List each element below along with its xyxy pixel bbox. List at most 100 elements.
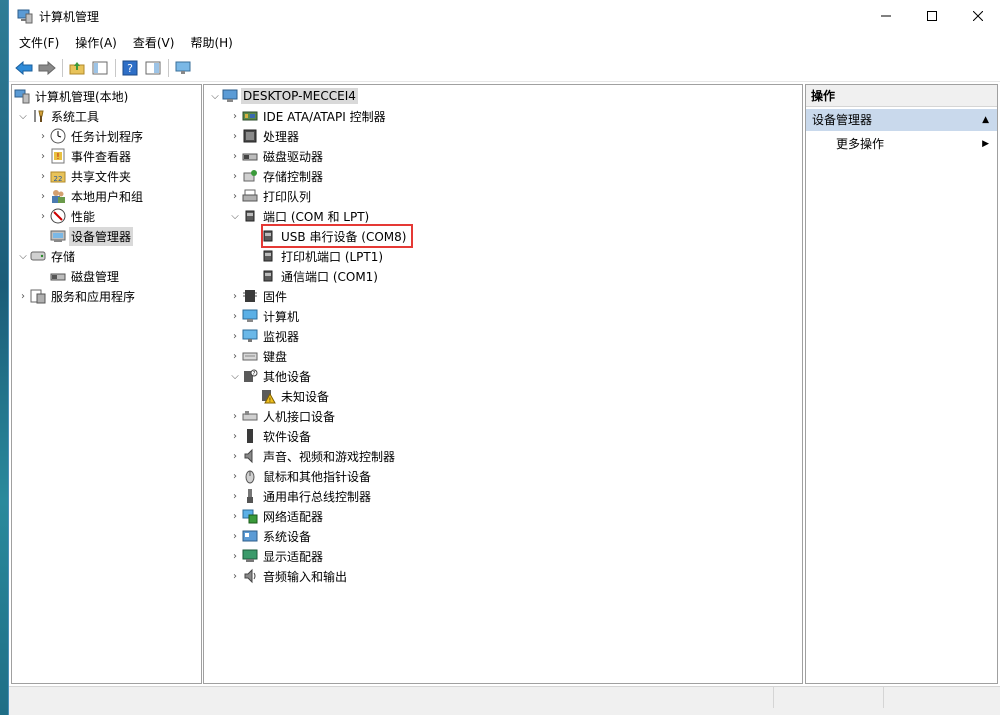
device-label: 人机接口设备 [263, 409, 336, 424]
device-category-item[interactable]: › 鼠标和其他指针设备 [228, 466, 373, 486]
up-folder-icon[interactable] [66, 57, 88, 79]
chevron-right-icon[interactable]: › [228, 451, 242, 462]
device-category-item[interactable]: › IDE ATA/ATAPI 控制器 [228, 106, 388, 126]
menu-view[interactable]: 查看(V) [125, 32, 183, 54]
chevron-right-icon[interactable]: › [228, 551, 242, 562]
system-device-icon [242, 528, 258, 544]
chevron-right-icon[interactable]: › [228, 471, 242, 482]
back-arrow-icon[interactable] [13, 57, 35, 79]
tree-item-storage[interactable]: ⌵ 存储 [16, 246, 77, 266]
chevron-right-icon[interactable]: › [228, 571, 242, 582]
chevron-down-icon[interactable]: ⌵ [16, 111, 30, 122]
device-label: 未知设备 [281, 389, 330, 404]
tree-label: 磁盘管理 [71, 269, 120, 284]
device-category-item[interactable]: › 声音、视频和游戏控制器 [228, 446, 397, 466]
chevron-right-icon[interactable]: › [16, 291, 30, 302]
chevron-right-icon[interactable]: › [228, 491, 242, 502]
tree-label: 共享文件夹 [71, 169, 132, 184]
svg-text:!: ! [269, 397, 271, 404]
device-category-item[interactable]: › 打印队列 [228, 186, 313, 206]
computer-icon [222, 88, 238, 104]
device-category-item[interactable]: › 系统设备 [228, 526, 313, 546]
tree-item-disk-management[interactable]: 磁盘管理 [50, 266, 121, 286]
chevron-right-icon[interactable]: › [228, 111, 242, 122]
chevron-down-icon[interactable]: ⌵ [228, 371, 242, 382]
chevron-right-icon[interactable]: › [228, 331, 242, 342]
device-child-item[interactable]: ! 未知设备 [260, 386, 331, 406]
device-tree-root[interactable]: ⌵ DESKTOP-MECCEI4 [208, 86, 358, 106]
menu-help[interactable]: 帮助(H) [182, 32, 240, 54]
device-category-item[interactable]: › 显示适配器 [228, 546, 325, 566]
chevron-right-icon[interactable]: › [228, 191, 242, 202]
chevron-right-icon[interactable]: › [228, 131, 242, 142]
tree-item-computer-management[interactable]: 计算机管理(本地) [14, 86, 130, 106]
menu-action[interactable]: 操作(A) [67, 32, 125, 54]
tree-item-system-tools[interactable]: ⌵ 系统工具 [16, 106, 101, 126]
device-category-item[interactable]: › 键盘 [228, 346, 289, 366]
show-hide-tree-icon[interactable] [89, 57, 111, 79]
chevron-right-icon[interactable]: › [36, 131, 50, 142]
menu-file[interactable]: 文件(F) [11, 32, 67, 54]
event-viewer-icon: ! [50, 148, 66, 164]
sound-icon [242, 448, 258, 464]
device-category-item[interactable]: › 磁盘驱动器 [228, 146, 325, 166]
chevron-right-icon[interactable]: › [36, 151, 50, 162]
chevron-right-icon[interactable]: › [228, 151, 242, 162]
device-category-item[interactable]: › 音频输入和输出 [228, 566, 349, 586]
properties-icon[interactable] [142, 57, 164, 79]
chevron-right-icon[interactable]: › [228, 171, 242, 182]
chevron-right-icon[interactable]: › [228, 351, 242, 362]
actions-section-device-manager[interactable]: 设备管理器 ▲ [806, 109, 997, 131]
chevron-right-icon[interactable]: › [228, 291, 242, 302]
tree-item-event-viewer[interactable]: › ! 事件查看器 [36, 146, 133, 166]
device-child-item[interactable]: 打印机端口 (LPT1) [260, 246, 385, 266]
device-category-item[interactable]: › 通用串行总线控制器 [228, 486, 373, 506]
tree-item-performance[interactable]: › 性能 [36, 206, 97, 226]
tree-item-device-manager[interactable]: 设备管理器 [50, 226, 134, 246]
chevron-right-icon[interactable]: › [228, 311, 242, 322]
device-category-item[interactable]: › 软件设备 [228, 426, 313, 446]
device-label: 磁盘驱动器 [263, 149, 324, 164]
device-category-item[interactable]: › 网络适配器 [228, 506, 325, 526]
tree-label: 存储 [51, 249, 76, 264]
device-label: 端口 (COM 和 LPT) [263, 209, 370, 224]
tree-item-task-scheduler[interactable]: › 任务计划程序 [36, 126, 145, 146]
device-category-item[interactable]: › 处理器 [228, 126, 301, 146]
device-label: 声音、视频和游戏控制器 [263, 449, 396, 464]
chevron-right-icon[interactable]: › [228, 411, 242, 422]
chevron-right-icon[interactable]: › [36, 171, 50, 182]
device-category-item[interactable]: › 存储控制器 [228, 166, 325, 186]
printer-icon [242, 188, 258, 204]
device-category-item[interactable]: › 固件 [228, 286, 289, 306]
chevron-right-icon[interactable]: › [228, 511, 242, 522]
chevron-down-icon[interactable]: ⌵ [16, 251, 30, 262]
chevron-right-icon[interactable]: › [36, 211, 50, 222]
help-icon[interactable]: ? [119, 57, 141, 79]
device-category-item[interactable]: ⌵ 端口 (COM 和 LPT) [228, 206, 371, 226]
software-device-icon [242, 428, 258, 444]
forward-arrow-icon[interactable] [36, 57, 58, 79]
chevron-right-icon[interactable]: › [228, 431, 242, 442]
actions-header: 操作 [806, 85, 997, 107]
collapse-up-icon[interactable]: ▲ [982, 109, 989, 131]
chevron-down-icon[interactable]: ⌵ [228, 211, 242, 222]
tree-item-local-users[interactable]: › 本地用户和组 [36, 186, 145, 206]
tree-item-shared-folders[interactable]: › 22 共享文件夹 [36, 166, 133, 186]
more-actions-item[interactable]: 更多操作 ▶ [806, 133, 997, 155]
monitor-icon[interactable] [172, 57, 194, 79]
tree-item-services-apps[interactable]: › 服务和应用程序 [16, 286, 137, 306]
device-category-item[interactable]: › 计算机 [228, 306, 301, 326]
device-category-item[interactable]: › 人机接口设备 [228, 406, 337, 426]
device-category-item[interactable]: › 监视器 [228, 326, 301, 346]
minimize-button[interactable] [863, 0, 909, 32]
maximize-button[interactable] [909, 0, 955, 32]
close-button[interactable] [955, 0, 1000, 32]
chevron-down-icon[interactable]: ⌵ [208, 91, 222, 102]
device-label: 系统设备 [263, 529, 312, 544]
hid-icon [242, 408, 258, 424]
chevron-right-icon[interactable]: › [228, 531, 242, 542]
network-adapter-icon [242, 508, 258, 524]
device-category-item[interactable]: ⌵? 其他设备 [228, 366, 313, 386]
device-child-item[interactable]: 通信端口 (COM1) [260, 266, 380, 286]
chevron-right-icon[interactable]: › [36, 191, 50, 202]
